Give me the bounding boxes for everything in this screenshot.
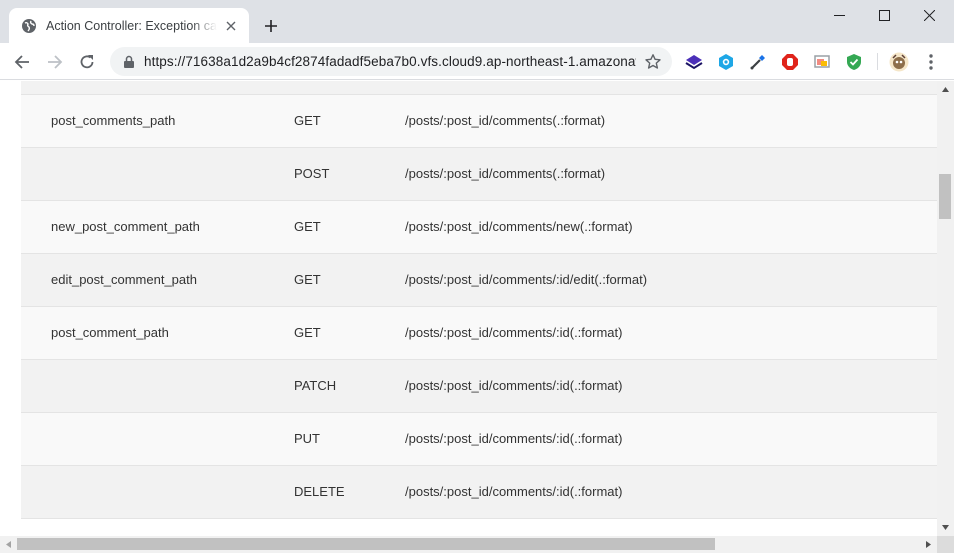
scroll-left-icon[interactable] (0, 536, 17, 553)
horizontal-scrollbar[interactable] (0, 536, 937, 553)
minimize-button[interactable] (816, 0, 862, 30)
vertical-scroll-thumb[interactable] (939, 174, 951, 219)
table-row: POST /posts/:post_id/comments(.:format) (21, 148, 937, 201)
arrow-left-icon (14, 55, 29, 69)
new-tab-button[interactable] (260, 15, 282, 37)
maximize-button[interactable] (861, 0, 907, 30)
browser-tab[interactable]: Action Controller: Exception caught (9, 8, 249, 43)
maximize-icon (878, 9, 890, 21)
reload-button[interactable] (73, 48, 101, 76)
route-helper: post_comments_path (51, 113, 176, 128)
reload-icon (80, 55, 94, 69)
forward-button[interactable] (41, 48, 69, 76)
route-path: /posts/:post_id/comments(.:format) (405, 113, 606, 128)
table-row: PATCH /posts/:post_id/comments/:id(.:for… (21, 360, 937, 413)
table-row: edit_post_comment_path GET /posts/:post_… (21, 254, 937, 307)
scroll-down-icon[interactable] (937, 519, 954, 536)
route-verb: POST (294, 166, 330, 181)
avatar[interactable] (889, 52, 909, 72)
horizontal-scroll-thumb[interactable] (17, 538, 715, 550)
route-path: /posts/:post_id/comments/:id(.:format) (405, 378, 623, 393)
close-window-button[interactable] (906, 0, 952, 30)
browser-toolbar: https://71638a1d2a9b4cf2874fadadf5eba7b0… (0, 43, 954, 80)
vertical-scrollbar[interactable] (937, 81, 954, 536)
layers-icon[interactable] (684, 52, 704, 72)
table-row: post_comment_path GET /posts/:post_id/co… (21, 307, 937, 360)
route-verb: DELETE (294, 484, 345, 499)
route-verb: GET (294, 272, 321, 287)
minimize-icon (833, 14, 845, 16)
table-row-partial (21, 81, 937, 95)
route-path: /posts/:post_id/comments/:id(.:format) (405, 325, 623, 340)
back-button[interactable] (8, 48, 36, 76)
route-helper: edit_post_comment_path (51, 272, 197, 287)
route-path: /posts/:post_id/comments/:id/edit(.:form… (405, 272, 648, 287)
route-verb: GET (294, 219, 321, 234)
table-row: post_comments_path GET /posts/:post_id/c… (21, 95, 937, 148)
scroll-up-icon[interactable] (937, 81, 954, 98)
route-path: /posts/:post_id/comments/:id(.:format) (405, 484, 623, 499)
table-row: new_post_comment_path GET /posts/:post_i… (21, 201, 937, 254)
route-path: /posts/:post_id/comments/new(.:format) (405, 219, 633, 234)
shield-check-icon[interactable] (844, 52, 864, 72)
table-row: PUT /posts/:post_id/comments/:id(.:forma… (21, 413, 937, 466)
globe-icon (22, 18, 36, 33)
eye-icon[interactable] (716, 52, 736, 72)
stop-hand-icon[interactable] (780, 52, 800, 72)
bookmark-star-icon[interactable] (644, 53, 662, 71)
lock-icon (124, 55, 134, 68)
route-helper: new_post_comment_path (51, 219, 200, 234)
toolbar-separator (877, 53, 878, 70)
url-text[interactable]: https://71638a1d2a9b4cf2874fadadf5eba7b0… (144, 54, 636, 69)
route-path: /posts/:post_id/comments/:id(.:format) (405, 431, 623, 446)
tab-strip: Action Controller: Exception caught (0, 0, 954, 43)
close-icon (923, 9, 935, 21)
cast-icon[interactable] (812, 52, 832, 72)
table-row: DELETE /posts/:post_id/comments/:id(.:fo… (21, 466, 937, 519)
close-tab-icon[interactable] (223, 18, 239, 34)
eyedropper-icon[interactable] (748, 52, 768, 72)
route-verb: PATCH (294, 378, 337, 393)
route-helper: post_comment_path (51, 325, 169, 340)
address-bar[interactable]: https://71638a1d2a9b4cf2874fadadf5eba7b0… (110, 47, 672, 76)
menu-kebab-icon[interactable] (921, 52, 941, 72)
route-path: /posts/:post_id/comments(.:format) (405, 166, 606, 181)
plus-icon (265, 20, 277, 32)
routes-table: post_comments_path GET /posts/:post_id/c… (21, 81, 937, 519)
route-verb: GET (294, 325, 321, 340)
route-verb: PUT (294, 431, 320, 446)
route-verb: GET (294, 113, 321, 128)
scroll-right-icon[interactable] (920, 536, 937, 553)
arrow-right-icon (48, 55, 63, 69)
scrollbar-corner (937, 536, 954, 553)
tab-title: Action Controller: Exception caught (46, 18, 217, 33)
page-viewport: post_comments_path GET /posts/:post_id/c… (0, 81, 937, 536)
